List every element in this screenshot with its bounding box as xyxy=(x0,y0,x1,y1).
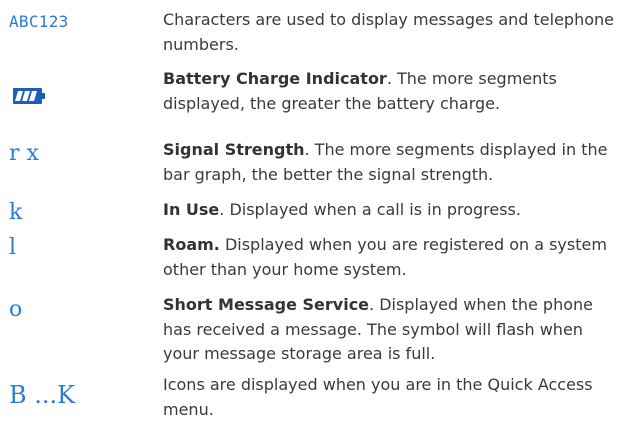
sms-description: Short Message Service. Displayed when th… xyxy=(163,293,618,367)
roam-title: Roam. xyxy=(163,235,220,254)
roam-symbol: l xyxy=(9,235,17,260)
sms-title: Short Message Service xyxy=(163,295,370,314)
battery-description: Battery Charge Indicator. The more segme… xyxy=(163,67,618,116)
roam-description: Roam. Displayed when you are registered … xyxy=(163,233,618,282)
signal-title: Signal Strength xyxy=(163,140,305,159)
in-use-text: . Displayed when a call is in progress. xyxy=(219,200,521,219)
characters-symbol: ABC123 xyxy=(9,12,69,31)
characters-description: Characters are used to display messages … xyxy=(163,8,618,57)
in-use-symbol: k xyxy=(9,200,23,225)
signal-strength-symbol: r x xyxy=(9,141,39,166)
battery-charge-icon xyxy=(13,88,45,104)
quick-access-text: Icons are displayed when you are in the … xyxy=(163,375,593,419)
in-use-title: In Use xyxy=(163,200,220,219)
quick-access-symbol: B ...K xyxy=(9,381,76,409)
icon-legend: ABC123 Characters are used to display me… xyxy=(0,0,624,429)
signal-description: Signal Strength. The more segments displ… xyxy=(163,138,618,187)
roam-text: Displayed when you are registered on a s… xyxy=(163,235,607,279)
quick-access-description: Icons are displayed when you are in the … xyxy=(163,373,618,422)
sms-symbol: o xyxy=(9,297,23,322)
characters-text: Characters are used to display messages … xyxy=(163,10,614,54)
battery-title: Battery Charge Indicator xyxy=(163,69,387,88)
in-use-description: In Use. Displayed when a call is in prog… xyxy=(163,198,618,223)
